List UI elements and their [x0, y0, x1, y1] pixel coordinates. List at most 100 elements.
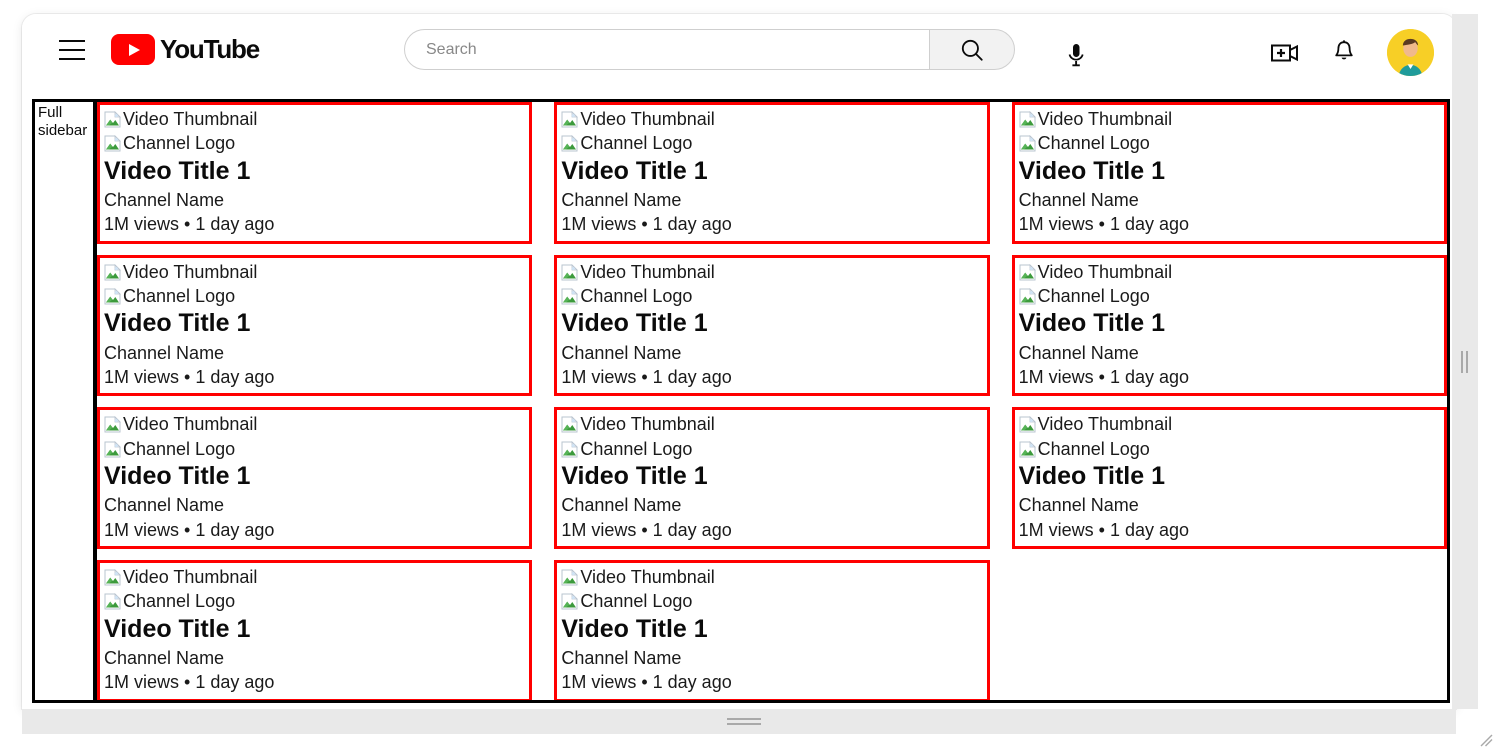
video-thumbnail-alt-text: Video Thumbnail: [123, 565, 257, 589]
channel-logo[interactable]: Channel Logo: [561, 437, 982, 461]
channel-name[interactable]: Channel Name: [1019, 341, 1440, 365]
channel-name[interactable]: Channel Name: [104, 493, 525, 517]
horizontal-scrollbar[interactable]: [22, 709, 1456, 734]
video-grid: Video ThumbnailChannel LogoVideo Title 1…: [97, 102, 1447, 700]
channel-name[interactable]: Channel Name: [561, 341, 982, 365]
video-thumbnail-alt-text: Video Thumbnail: [580, 412, 714, 436]
avatar-person-icon: [1387, 29, 1434, 76]
video-thumbnail[interactable]: Video Thumbnail: [1019, 260, 1440, 284]
create-video-button[interactable]: [1271, 38, 1301, 68]
video-metadata: 1M views • 1 day ago: [561, 212, 982, 236]
video-thumbnail-alt-text: Video Thumbnail: [580, 565, 714, 589]
channel-name[interactable]: Channel Name: [1019, 188, 1440, 212]
channel-logo[interactable]: Channel Logo: [1019, 131, 1440, 155]
channel-logo[interactable]: Channel Logo: [561, 589, 982, 613]
video-thumbnail[interactable]: Video Thumbnail: [104, 260, 525, 284]
video-title[interactable]: Video Title 1: [561, 157, 982, 187]
search-input-container[interactable]: [404, 29, 929, 70]
channel-logo[interactable]: Channel Logo: [104, 284, 525, 308]
user-avatar[interactable]: [1387, 29, 1434, 76]
video-card[interactable]: Video ThumbnailChannel LogoVideo Title 1…: [1012, 255, 1447, 397]
video-card[interactable]: Video ThumbnailChannel LogoVideo Title 1…: [554, 255, 989, 397]
video-title[interactable]: Video Title 1: [104, 309, 525, 339]
video-title[interactable]: Video Title 1: [1019, 157, 1440, 187]
horizontal-scrollbar-grip[interactable]: [727, 718, 761, 726]
video-metadata: 1M views • 1 day ago: [104, 365, 525, 389]
sidebar[interactable]: Full sidebar: [35, 102, 97, 700]
channel-logo[interactable]: Channel Logo: [1019, 284, 1440, 308]
video-thumbnail[interactable]: Video Thumbnail: [104, 412, 525, 436]
broken-image-icon: [104, 134, 121, 151]
channel-name[interactable]: Channel Name: [1019, 493, 1440, 517]
video-card[interactable]: Video ThumbnailChannel LogoVideo Title 1…: [97, 407, 532, 549]
video-title[interactable]: Video Title 1: [1019, 309, 1440, 339]
video-thumbnail[interactable]: Video Thumbnail: [561, 107, 982, 131]
channel-logo[interactable]: Channel Logo: [561, 131, 982, 155]
channel-name[interactable]: Channel Name: [561, 493, 982, 517]
channel-logo[interactable]: Channel Logo: [104, 437, 525, 461]
video-card[interactable]: Video ThumbnailChannel LogoVideo Title 1…: [554, 407, 989, 549]
video-title[interactable]: Video Title 1: [561, 615, 982, 645]
vertical-scrollbar-grip[interactable]: [1461, 351, 1469, 373]
masthead-actions: [1271, 29, 1434, 76]
resize-corner-icon[interactable]: [1478, 732, 1494, 748]
channel-name[interactable]: Channel Name: [561, 188, 982, 212]
video-metadata: 1M views • 1 day ago: [104, 518, 525, 542]
hamburger-menu-icon[interactable]: [59, 40, 85, 60]
channel-name[interactable]: Channel Name: [104, 188, 525, 212]
channel-name[interactable]: Channel Name: [104, 646, 525, 670]
video-card[interactable]: Video ThumbnailChannel LogoVideo Title 1…: [1012, 102, 1447, 244]
video-thumbnail[interactable]: Video Thumbnail: [561, 260, 982, 284]
video-thumbnail[interactable]: Video Thumbnail: [561, 565, 982, 589]
broken-image-icon: [561, 110, 578, 127]
broken-image-icon: [561, 287, 578, 304]
video-title[interactable]: Video Title 1: [561, 309, 982, 339]
vertical-scrollbar[interactable]: [1452, 14, 1478, 709]
youtube-logo[interactable]: YouTube: [111, 34, 259, 65]
video-title[interactable]: Video Title 1: [104, 615, 525, 645]
bell-icon: [1332, 39, 1356, 67]
channel-logo-alt-text: Channel Logo: [580, 437, 692, 461]
video-card[interactable]: Video ThumbnailChannel LogoVideo Title 1…: [554, 560, 989, 700]
video-card[interactable]: Video ThumbnailChannel LogoVideo Title 1…: [97, 560, 532, 700]
voice-search-button[interactable]: [1054, 33, 1098, 77]
video-card[interactable]: Video ThumbnailChannel LogoVideo Title 1…: [554, 102, 989, 244]
channel-logo[interactable]: Channel Logo: [104, 589, 525, 613]
video-thumbnail-alt-text: Video Thumbnail: [1038, 260, 1172, 284]
video-thumbnail[interactable]: Video Thumbnail: [1019, 412, 1440, 436]
channel-logo[interactable]: Channel Logo: [104, 131, 525, 155]
channel-logo[interactable]: Channel Logo: [561, 284, 982, 308]
channel-logo-alt-text: Channel Logo: [580, 284, 692, 308]
video-title[interactable]: Video Title 1: [104, 157, 525, 187]
video-thumbnail[interactable]: Video Thumbnail: [104, 565, 525, 589]
video-title[interactable]: Video Title 1: [1019, 462, 1440, 492]
video-card[interactable]: Video ThumbnailChannel LogoVideo Title 1…: [97, 255, 532, 397]
search-button[interactable]: [929, 29, 1015, 70]
video-title[interactable]: Video Title 1: [104, 462, 525, 492]
search-icon: [959, 37, 985, 63]
video-metadata: 1M views • 1 day ago: [561, 518, 982, 542]
youtube-masthead: YouTube: [22, 14, 1456, 85]
broken-image-icon: [104, 415, 121, 432]
channel-logo-alt-text: Channel Logo: [1038, 131, 1150, 155]
notifications-button[interactable]: [1329, 38, 1359, 68]
youtube-play-icon: [111, 34, 155, 65]
channel-name[interactable]: Channel Name: [104, 341, 525, 365]
broken-image-icon: [561, 415, 578, 432]
video-card[interactable]: Video ThumbnailChannel LogoVideo Title 1…: [97, 102, 532, 244]
channel-logo-alt-text: Channel Logo: [123, 284, 235, 308]
video-thumbnail[interactable]: Video Thumbnail: [1019, 107, 1440, 131]
broken-image-icon: [104, 440, 121, 457]
video-thumbnail[interactable]: Video Thumbnail: [561, 412, 982, 436]
video-title[interactable]: Video Title 1: [561, 462, 982, 492]
search-input[interactable]: [424, 40, 929, 60]
video-card[interactable]: Video ThumbnailChannel LogoVideo Title 1…: [1012, 407, 1447, 549]
sidebar-label: Full sidebar: [38, 104, 90, 139]
video-metadata: 1M views • 1 day ago: [561, 365, 982, 389]
app-body: Full sidebar Video ThumbnailChannel Logo…: [32, 99, 1450, 703]
channel-logo-alt-text: Channel Logo: [1038, 284, 1150, 308]
video-thumbnail-alt-text: Video Thumbnail: [580, 260, 714, 284]
video-thumbnail[interactable]: Video Thumbnail: [104, 107, 525, 131]
channel-logo[interactable]: Channel Logo: [1019, 437, 1440, 461]
channel-name[interactable]: Channel Name: [561, 646, 982, 670]
